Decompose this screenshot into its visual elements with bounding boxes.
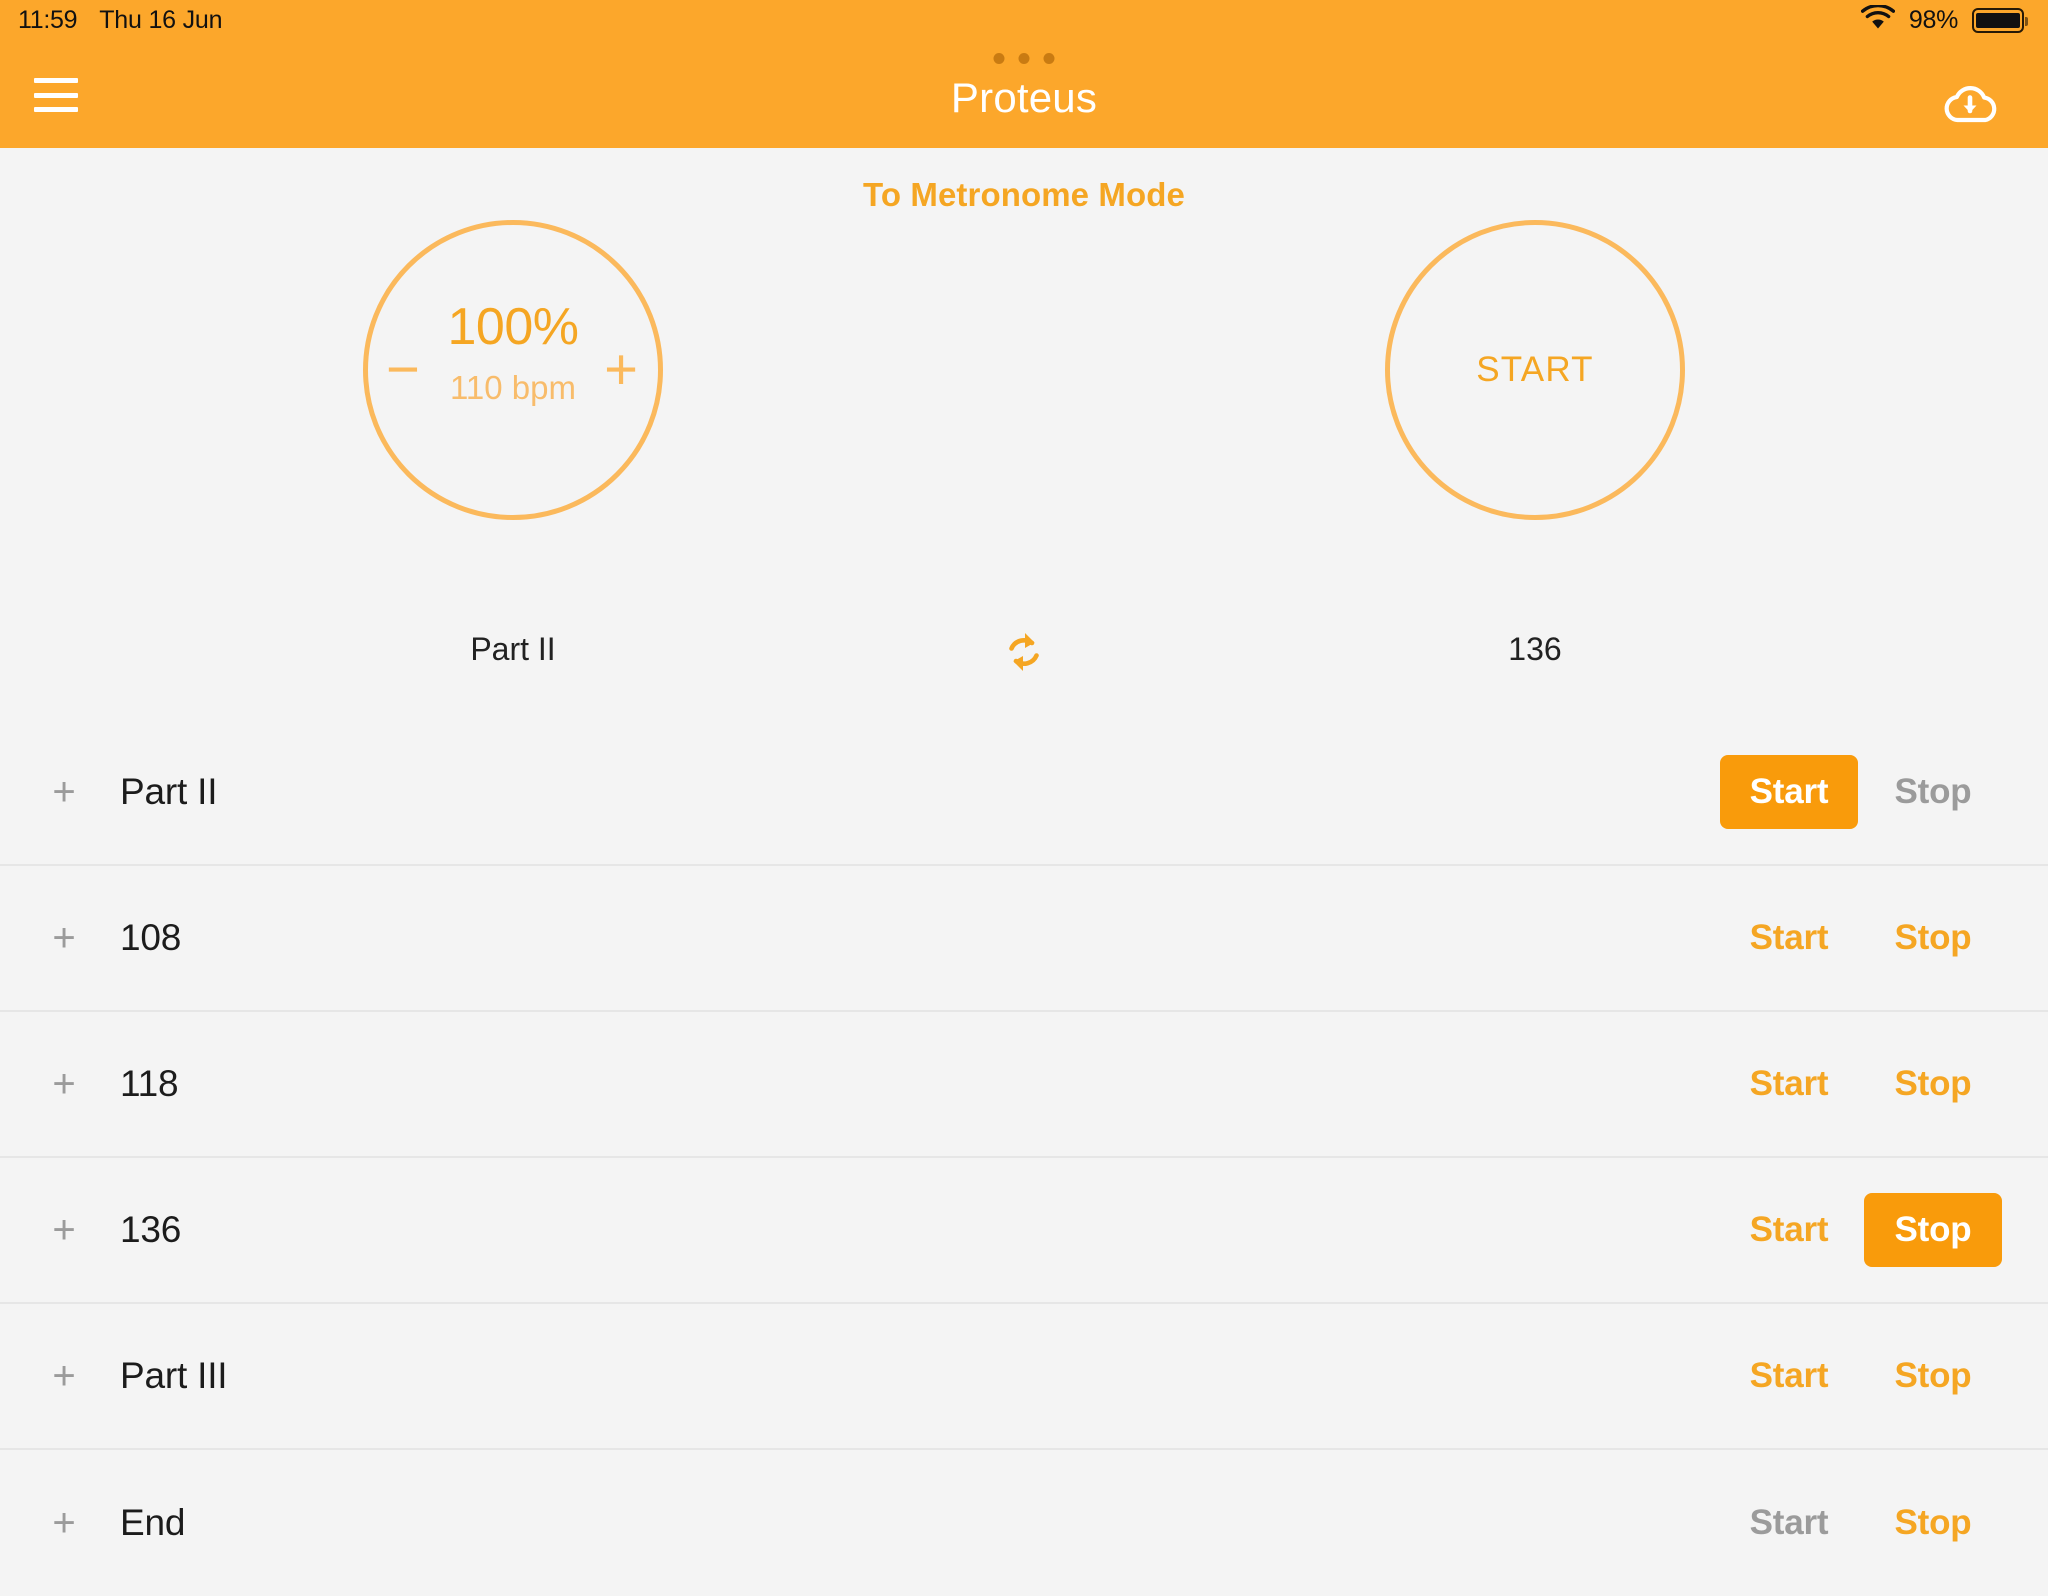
nav-bar: Proteus: [0, 40, 2048, 148]
status-bar-right: 98%: [1860, 3, 2028, 36]
multitask-dot: [1018, 53, 1030, 64]
row-add-icon[interactable]: +: [46, 1356, 82, 1396]
status-date: Thu 16 Jun: [99, 5, 223, 34]
row-actions: Start Stop: [1720, 1047, 2048, 1121]
table-row[interactable]: +108 Start Stop: [0, 866, 2048, 1012]
table-row[interactable]: + Part II Start Stop: [0, 720, 2048, 866]
row-start-button[interactable]: Start: [1720, 901, 1858, 975]
wifi-icon: [1860, 3, 1895, 36]
row-label: End: [120, 1502, 186, 1543]
multitask-handle-icon[interactable]: [993, 53, 1055, 64]
table-row[interactable]: +136 Start Stop: [0, 1158, 2048, 1304]
row-label: 136: [120, 1209, 182, 1250]
row-add-icon[interactable]: +: [46, 1503, 82, 1543]
app-title: Proteus: [950, 74, 1098, 121]
to-metronome-mode-link[interactable]: To Metronome Mode: [0, 176, 2048, 214]
row-add-icon[interactable]: +: [46, 772, 82, 812]
row-label: Part II: [120, 771, 218, 812]
row-add-icon[interactable]: +: [46, 1064, 82, 1104]
row-actions: Start Stop: [1720, 755, 2048, 829]
battery-percent: 98%: [1908, 5, 1958, 34]
battery-fill: [1976, 12, 2020, 28]
status-time: 11:59: [18, 5, 78, 34]
row-add-icon[interactable]: +: [46, 1210, 82, 1250]
row-label: 108: [120, 917, 182, 958]
row-stop-button: Stop: [1864, 755, 2002, 829]
status-bar-left: 11:59 Thu 16 Jun: [18, 5, 223, 35]
start-dial-label: START: [1476, 350, 1594, 389]
row-start-button[interactable]: Start: [1720, 755, 1858, 829]
start-dial-caption: 136: [1508, 631, 1562, 667]
main-content: To Metronome Mode − 100% + 110 bpm Part …: [0, 148, 2048, 1596]
row-stop-button[interactable]: Stop: [1864, 1193, 2002, 1267]
row-stop-button[interactable]: Stop: [1864, 1486, 2002, 1560]
tempo-dial[interactable]: − 100% + 110 bpm: [363, 220, 663, 520]
row-start-button: Start: [1720, 1486, 1858, 1560]
section-list: + Part II Start Stop +108 Start Stop +118 Start S…: [0, 720, 2048, 1596]
tempo-dial-caption: Part II: [470, 631, 556, 667]
status-bar: 11:59 Thu 16 Jun 98%: [0, 0, 2048, 40]
tempo-dial-inner: − 100% + 110 bpm: [368, 225, 658, 515]
row-actions: Start Stop: [1720, 1486, 2048, 1560]
row-stop-button[interactable]: Stop: [1864, 901, 2002, 975]
row-add-icon[interactable]: +: [46, 918, 82, 958]
row-start-button[interactable]: Start: [1720, 1339, 1858, 1413]
battery-icon: [1972, 7, 2028, 33]
row-label: Part III: [120, 1355, 228, 1396]
row-stop-button[interactable]: Stop: [1864, 1047, 2002, 1121]
tempo-bpm-value: 110 bpm: [450, 369, 576, 406]
multitask-dot: [1043, 53, 1055, 64]
sync-repeat-icon[interactable]: [998, 626, 1050, 678]
row-label: 118: [120, 1063, 179, 1104]
row-actions: Start Stop: [1720, 901, 2048, 975]
table-row[interactable]: +118 Start Stop: [0, 1012, 2048, 1158]
row-start-button[interactable]: Start: [1720, 1047, 1858, 1121]
table-row[interactable]: + End Start Stop: [0, 1450, 2048, 1596]
row-actions: Start Stop: [1720, 1193, 2048, 1267]
multitask-dot: [993, 53, 1005, 64]
row-start-button[interactable]: Start: [1720, 1193, 1858, 1267]
row-actions: Start Stop: [1720, 1339, 2048, 1413]
table-row[interactable]: + Part III Start Stop: [0, 1304, 2048, 1450]
start-dial-button[interactable]: START: [1385, 220, 1685, 520]
row-stop-button[interactable]: Stop: [1864, 1339, 2002, 1413]
cloud-download-icon[interactable]: [1942, 82, 1998, 131]
